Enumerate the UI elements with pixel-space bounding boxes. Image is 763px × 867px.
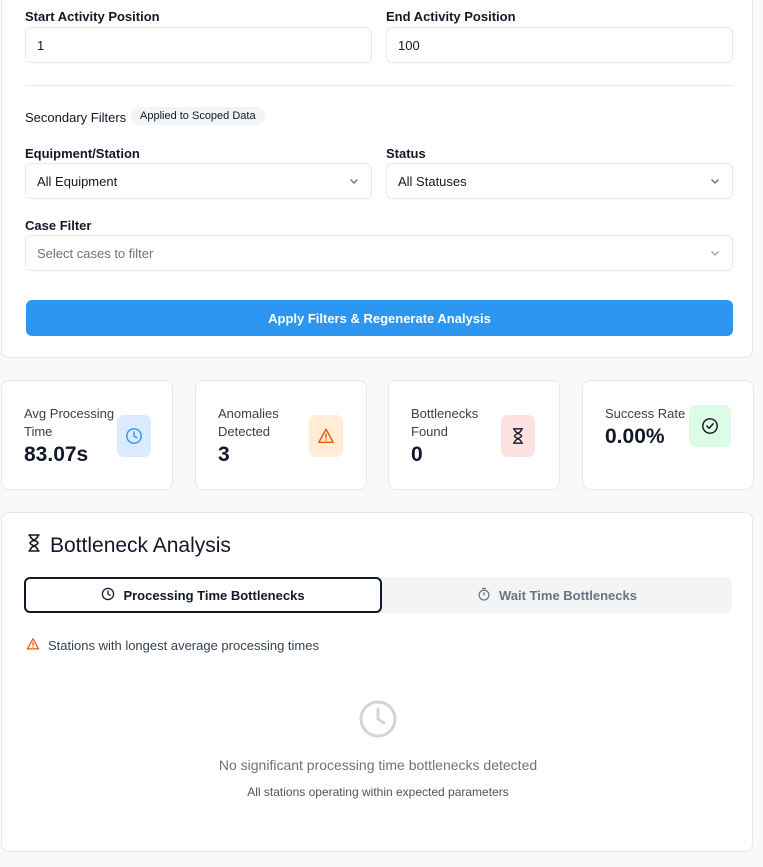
stat-card-bottlenecks: Bottlenecks Found 0 — [388, 380, 560, 490]
equipment-select[interactable]: All Equipment — [25, 163, 372, 199]
empty-state-subtitle: All stations operating within expected p… — [247, 785, 509, 799]
clock-icon — [117, 415, 151, 457]
stat-label: Anomalies Detected — [218, 406, 279, 439]
chevron-down-icon — [348, 175, 360, 187]
apply-filters-button[interactable]: Apply Filters & Regenerate Analysis — [26, 300, 733, 336]
tab-processing-label: Processing Time Bottlenecks — [123, 587, 305, 603]
clock-icon — [358, 699, 398, 739]
equipment-select-value: All Equipment — [37, 173, 118, 189]
start-position-input[interactable]: 1 — [25, 27, 372, 63]
bottleneck-analysis-panel: Bottleneck Analysis Processing Time Bott… — [1, 512, 753, 852]
case-filter-label: Case Filter — [25, 218, 92, 233]
status-select-value: All Statuses — [398, 173, 467, 189]
end-position-input[interactable]: 100 — [386, 27, 733, 63]
stat-card-success-rate: Success Rate 0.00% — [582, 380, 754, 490]
start-position-label: Start Activity Position — [25, 9, 160, 24]
case-filter-select[interactable]: Select cases to filter — [25, 235, 733, 271]
bottleneck-note: Stations with longest average processing… — [26, 637, 319, 654]
case-filter-placeholder: Select cases to filter — [37, 245, 154, 261]
tab-wait-label: Wait Time Bottlenecks — [499, 587, 637, 603]
status-select[interactable]: All Statuses — [386, 163, 733, 199]
stat-value: 0 — [411, 443, 423, 466]
secondary-filters-label: Secondary Filters — [25, 110, 127, 125]
stat-value: 3 — [218, 443, 230, 466]
stat-label: Avg Processing Time — [24, 406, 115, 439]
chevron-down-icon — [709, 175, 721, 187]
check-circle-icon — [689, 405, 731, 447]
chevron-down-icon — [709, 247, 721, 259]
end-position-label: End Activity Position — [386, 9, 516, 24]
bottleneck-title-text: Bottleneck Analysis — [50, 534, 231, 557]
timer-icon — [477, 587, 491, 604]
scoped-data-badge: Applied to Scoped Data — [131, 107, 265, 125]
stat-value: 0.00% — [605, 425, 665, 448]
clock-icon — [101, 587, 115, 604]
stat-label: Bottlenecks Found — [411, 406, 479, 439]
hourglass-icon — [26, 533, 42, 559]
stat-value: 83.07s — [24, 443, 89, 466]
warning-icon — [309, 415, 343, 457]
divider — [26, 85, 733, 86]
tab-processing-time[interactable]: Processing Time Bottlenecks — [24, 577, 382, 613]
hourglass-icon — [501, 415, 535, 457]
empty-state-title: No significant processing time bottlenec… — [218, 757, 538, 773]
filter-panel: Start Activity Position 1 End Activity P… — [1, 0, 753, 358]
stat-card-avg-processing: Avg Processing Time 83.07s — [1, 380, 173, 490]
bottleneck-title: Bottleneck Analysis — [26, 533, 231, 559]
bottleneck-tabs: Processing Time Bottlenecks Wait Time Bo… — [24, 577, 732, 613]
stat-label: Success Rate — [605, 406, 686, 421]
status-label: Status — [386, 146, 426, 161]
bottleneck-note-text: Stations with longest average processing… — [48, 638, 319, 653]
tab-wait-time[interactable]: Wait Time Bottlenecks — [382, 577, 732, 613]
stat-card-anomalies: Anomalies Detected 3 — [195, 380, 367, 490]
equipment-label: Equipment/Station — [25, 146, 140, 161]
warning-icon — [26, 637, 40, 654]
